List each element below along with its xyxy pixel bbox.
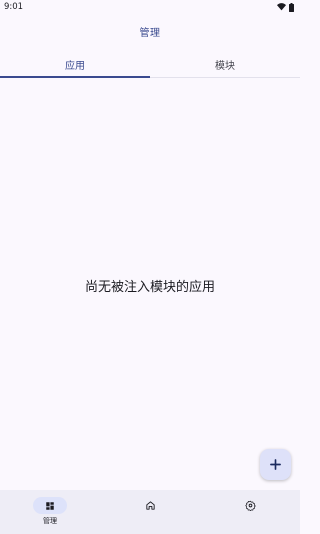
status-icons bbox=[277, 2, 294, 12]
nav-indicator bbox=[233, 497, 267, 514]
status-bar: 9:01 bbox=[0, 0, 300, 14]
tab-modules[interactable]: 模块 bbox=[150, 51, 300, 77]
bottom-navigation: 管理 bbox=[0, 490, 300, 534]
nav-item-settings[interactable] bbox=[210, 490, 290, 514]
status-time: 9:01 bbox=[4, 2, 24, 12]
battery-icon bbox=[289, 2, 294, 12]
page-title: 管理 bbox=[139, 28, 161, 39]
tab-apps[interactable]: 应用 bbox=[0, 51, 150, 78]
add-icon bbox=[270, 459, 281, 470]
settings-icon bbox=[244, 500, 256, 511]
dashboard-icon bbox=[46, 501, 54, 510]
nav-item-home[interactable] bbox=[110, 490, 190, 514]
nav-item-manage[interactable]: 管理 bbox=[10, 490, 90, 526]
wifi-icon bbox=[277, 3, 286, 11]
nav-indicator bbox=[33, 497, 67, 514]
tab-bar: 应用 模块 bbox=[0, 51, 300, 78]
empty-state-message: 尚无被注入模块的应用 bbox=[84, 280, 215, 295]
home-icon bbox=[145, 501, 155, 510]
add-button[interactable] bbox=[260, 449, 291, 480]
nav-label-manage: 管理 bbox=[43, 517, 57, 525]
nav-indicator bbox=[133, 497, 167, 514]
